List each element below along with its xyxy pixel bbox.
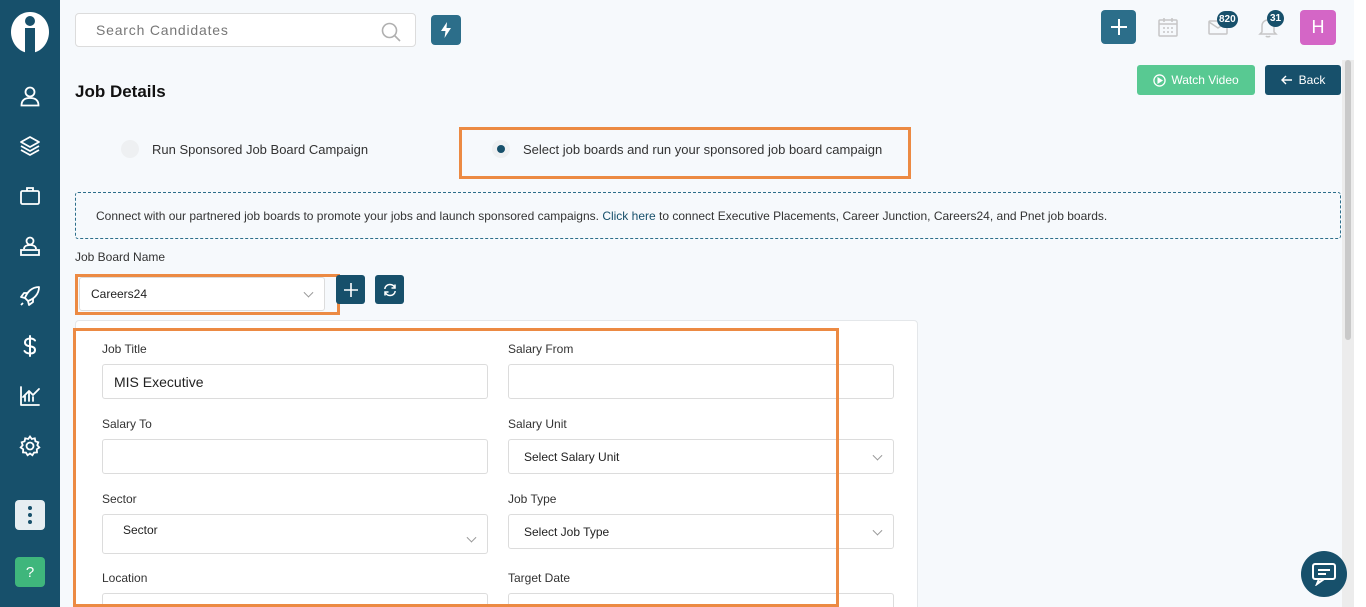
campaign-option-select-boards[interactable]: Select job boards and run your sponsored… [492, 140, 882, 158]
jobs-briefcase-icon[interactable] [15, 181, 45, 211]
sidebar: ? [0, 0, 60, 607]
candidates-nav-icon[interactable] [15, 81, 45, 111]
watch-video-label: Watch Video [1171, 73, 1239, 87]
radio-select-boards[interactable] [492, 140, 510, 158]
back-button[interactable]: Back [1265, 65, 1341, 95]
highlight-form-fields [73, 328, 839, 607]
rocket-nav-icon[interactable] [15, 281, 45, 311]
watch-video-button[interactable]: Watch Video [1137, 65, 1255, 95]
campaign-option-run-sponsored[interactable]: Run Sponsored Job Board Campaign [121, 140, 368, 158]
user-avatar[interactable]: H [1300, 10, 1336, 45]
help-button[interactable]: ? [15, 557, 45, 587]
info-text-after: to connect Executive Placements, Career … [659, 208, 1108, 223]
add-job-board-button[interactable] [336, 275, 365, 304]
search-placeholder: Search Candidates [96, 22, 229, 38]
campaign-option-1-label: Run Sponsored Job Board Campaign [152, 141, 369, 157]
arrow-left-icon [1280, 75, 1292, 85]
mail-badge: 820 [1217, 11, 1238, 28]
chat-support-button[interactable] [1301, 551, 1347, 597]
info-text-before: Connect with our partnered job boards to… [96, 208, 599, 223]
quick-action-flash-button[interactable] [431, 15, 461, 45]
notification-badge: 31 [1267, 10, 1284, 27]
refresh-icon [383, 283, 396, 296]
refresh-job-boards-button[interactable] [375, 275, 404, 304]
more-options-button[interactable] [15, 500, 45, 530]
job-boards-info-box: Connect with our partnered job boards to… [75, 192, 1341, 239]
settings-gear-icon[interactable] [15, 431, 45, 461]
dollar-nav-icon[interactable] [15, 331, 45, 361]
lightning-icon [441, 22, 451, 38]
app-logo[interactable] [10, 10, 50, 55]
page-title: Job Details [75, 82, 166, 101]
job-board-name-label: Job Board Name [75, 250, 166, 264]
reports-chart-icon[interactable] [15, 381, 45, 411]
search-candidates-input[interactable]: Search Candidates [75, 13, 416, 47]
search-icon[interactable] [381, 22, 401, 42]
play-circle-icon [1153, 73, 1167, 87]
clients-nav-icon[interactable] [15, 231, 45, 261]
plus-icon [343, 282, 358, 297]
back-label: Back [1298, 73, 1326, 87]
radio-run-sponsored[interactable] [121, 140, 139, 158]
layers-nav-icon[interactable] [15, 131, 45, 161]
highlight-job-board-select [75, 274, 340, 315]
plus-icon [1110, 19, 1127, 35]
add-new-button[interactable] [1101, 10, 1136, 44]
calendar-icon[interactable] [1157, 16, 1179, 38]
scrollbar[interactable] [1342, 60, 1354, 607]
chevron-down-icon [872, 450, 883, 461]
chat-icon [1312, 563, 1336, 586]
chevron-down-icon [872, 525, 883, 536]
campaign-option-2-label: Select job boards and run your sponsored… [523, 141, 883, 157]
click-here-link[interactable]: Click here [602, 209, 655, 223]
main-content: Search Candidates 820 31 H Job Details W… [60, 0, 1354, 607]
